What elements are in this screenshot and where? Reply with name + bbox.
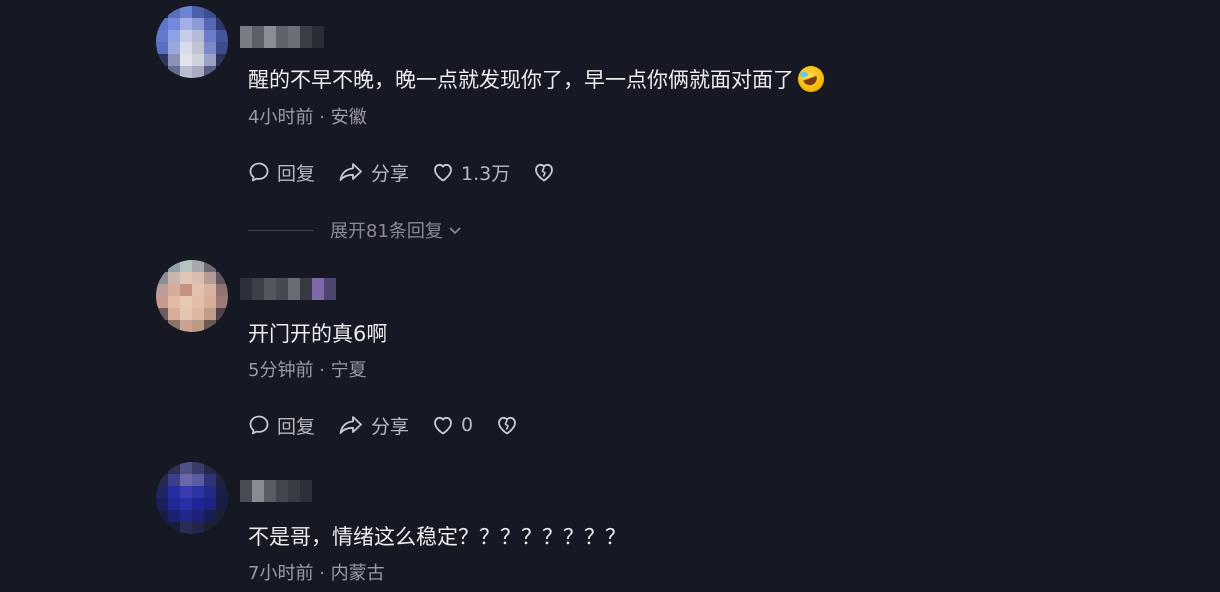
like-count: 1.3万 <box>461 162 511 185</box>
avatar[interactable] <box>156 462 228 534</box>
broken-heart-icon <box>498 416 517 435</box>
reply-button[interactable]: 回复 <box>247 412 315 439</box>
comment-time: 5分钟前 <box>248 360 314 381</box>
avatar[interactable] <box>156 260 228 332</box>
meta-separator: · <box>319 360 325 381</box>
comment-text: 醒的不早不晚，晚一点就发现你了，早一点你俩就面对面了 <box>248 66 824 94</box>
reply-button[interactable]: 回复 <box>247 159 315 186</box>
comment-bubble-icon <box>249 162 269 182</box>
like-count: 0 <box>461 414 474 436</box>
comment-meta: 7小时前 · 内蒙古 <box>248 562 385 586</box>
share-label: 分享 <box>371 162 410 185</box>
dislike-button[interactable] <box>532 160 562 184</box>
heart-icon <box>434 416 452 435</box>
dislike-button[interactable] <box>495 413 525 437</box>
comment-location: 安徽 <box>330 107 367 128</box>
comment-list: 醒的不早不晚，晚一点就发现你了，早一点你俩就面对面了 4小时前 · 安徽 回复 … <box>0 0 1220 592</box>
comment-text: 开门开的真6啊 <box>248 320 387 348</box>
meta-separator: · <box>319 107 325 128</box>
expand-replies-button[interactable]: 展开81条回复 <box>248 218 463 242</box>
comment-meta: 5分钟前 · 宁夏 <box>248 359 367 383</box>
comment-meta: 4小时前 · 安徽 <box>248 106 367 130</box>
rolling-on-floor-laughing-emoji-icon <box>798 66 824 92</box>
username[interactable] <box>240 26 324 48</box>
reply-label: 回复 <box>277 415 316 438</box>
reply-label: 回复 <box>277 162 316 185</box>
heart-icon <box>434 163 452 182</box>
comment-location: 内蒙古 <box>330 563 385 584</box>
comment-bubble-icon <box>249 415 269 435</box>
comment-actions: 回复 分享 1.3万 <box>247 158 584 186</box>
share-button[interactable]: 分享 <box>337 159 409 186</box>
share-label: 分享 <box>371 415 410 438</box>
chevron-down-icon <box>449 227 461 235</box>
like-button[interactable]: 1.3万 <box>431 159 510 186</box>
comment-text-content: 醒的不早不晚，晚一点就发现你了，早一点你俩就面对面了 <box>248 68 794 92</box>
like-button[interactable]: 0 <box>431 413 473 437</box>
share-arrow-icon <box>339 416 362 434</box>
comment-time: 4小时前 <box>248 107 314 128</box>
meta-separator: · <box>319 563 325 584</box>
share-arrow-icon <box>339 163 362 181</box>
comment-actions: 回复 分享 0 <box>247 411 547 439</box>
broken-heart-icon <box>535 163 554 182</box>
divider <box>248 229 314 231</box>
comment-text-content: 开门开的真6啊 <box>248 322 388 346</box>
share-button[interactable]: 分享 <box>337 412 409 439</box>
username[interactable] <box>240 480 312 502</box>
avatar[interactable] <box>156 6 228 78</box>
comment-location: 宁夏 <box>330 360 367 381</box>
comment-time: 7小时前 <box>248 563 314 584</box>
expand-replies-label: 展开81条回复 <box>330 221 443 242</box>
comment-text-content: 不是哥，情绪这么稳定？？？？？？？？ <box>248 525 626 549</box>
username[interactable] <box>240 278 336 300</box>
comment-text: 不是哥，情绪这么稳定？？？？？？？？ <box>248 523 626 551</box>
